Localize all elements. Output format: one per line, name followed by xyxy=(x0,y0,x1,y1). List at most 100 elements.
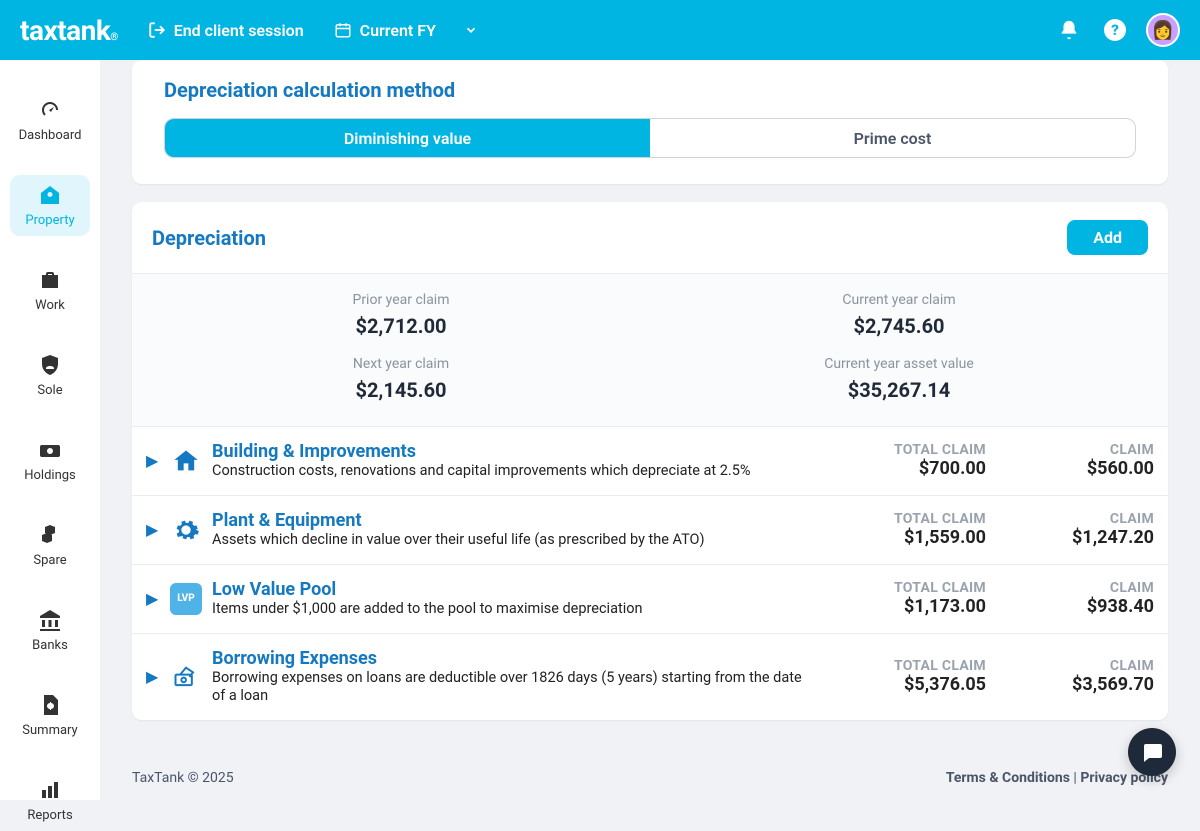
category-building: ▶ Building & Improvements Construction c… xyxy=(132,426,1168,495)
next-year-value: $2,145.60 xyxy=(152,378,650,402)
current-year-label: Current year claim xyxy=(650,292,1148,308)
sidebar: Dashboard Property Work Sole Holdings Sp… xyxy=(0,60,100,800)
total-claim-label: TOTAL CLAIM xyxy=(836,580,986,596)
sidebar-item-banks[interactable]: Banks xyxy=(10,600,90,661)
footer-sep: | xyxy=(1070,770,1080,786)
briefcase-icon xyxy=(38,268,62,292)
claim-value: $938.40 xyxy=(1004,596,1154,617)
asset-value-label: Current year asset value xyxy=(650,356,1148,372)
claim-label: CLAIM xyxy=(1004,442,1154,458)
depreciation-summary: Prior year claim $2,712.00 Current year … xyxy=(132,273,1168,426)
help-button[interactable]: ? xyxy=(1100,15,1130,45)
category-desc: Construction costs, renovations and capi… xyxy=(212,462,808,481)
document-dollar-icon xyxy=(38,693,62,717)
hex-icon xyxy=(38,523,62,547)
sidebar-item-label: Reports xyxy=(27,808,72,823)
asset-value-value: $35,267.14 xyxy=(650,378,1148,402)
sidebar-item-reports[interactable]: Reports xyxy=(10,770,90,831)
prior-year-label: Prior year claim xyxy=(152,292,650,308)
claim-label: CLAIM xyxy=(1004,658,1154,674)
shield-user-icon xyxy=(38,353,62,377)
avatar[interactable]: 👩 xyxy=(1146,13,1180,47)
bar-chart-icon xyxy=(38,778,62,802)
sidebar-item-work[interactable]: Work xyxy=(10,260,90,321)
expand-toggle[interactable]: ▶ xyxy=(146,520,162,539)
copyright: TaxTank © 2025 xyxy=(132,770,234,786)
category-title: Plant & Equipment xyxy=(212,510,808,531)
sidebar-item-property[interactable]: Property xyxy=(10,175,90,236)
claim-value: $3,569.70 xyxy=(1004,674,1154,695)
sidebar-item-spare[interactable]: Spare xyxy=(10,515,90,576)
total-claim-label: TOTAL CLAIM xyxy=(836,511,986,527)
claim-label: CLAIM xyxy=(1004,511,1154,527)
total-claim-value: $1,559.00 xyxy=(836,527,986,548)
method-prime-cost[interactable]: Prime cost xyxy=(650,119,1135,157)
add-depreciation-button[interactable]: Add xyxy=(1067,220,1148,255)
chevron-down-icon xyxy=(464,23,478,37)
category-desc: Assets which decline in value over their… xyxy=(212,531,808,550)
claim-value: $1,247.20 xyxy=(1004,527,1154,548)
sidebar-item-label: Holdings xyxy=(24,468,76,483)
house-dollar-icon xyxy=(38,183,62,207)
method-diminishing-value[interactable]: Diminishing value xyxy=(165,119,650,157)
main-content: Depreciation calculation method Diminish… xyxy=(100,60,1200,756)
total-claim-value: $700.00 xyxy=(836,458,986,479)
fiscal-year-selector[interactable]: Current FY xyxy=(334,21,486,40)
house-icon xyxy=(170,445,202,477)
depreciation-title: Depreciation xyxy=(152,226,266,250)
category-title: Building & Improvements xyxy=(212,441,808,462)
sidebar-item-label: Work xyxy=(35,298,65,313)
category-title: Low Value Pool xyxy=(212,579,808,600)
expand-toggle[interactable]: ▶ xyxy=(146,451,162,470)
cash-icon xyxy=(38,438,62,462)
sidebar-item-summary[interactable]: Summary xyxy=(10,685,90,746)
gear-icon xyxy=(170,514,202,546)
category-plant-equipment: ▶ Plant & Equipment Assets which decline… xyxy=(132,495,1168,564)
logo: taxtank® xyxy=(20,14,118,47)
sidebar-item-label: Dashboard xyxy=(19,128,82,143)
depreciation-card: Depreciation Add Prior year claim $2,712… xyxy=(132,202,1168,720)
calendar-icon xyxy=(334,21,352,39)
next-year-label: Next year claim xyxy=(152,356,650,372)
calculation-method-card: Depreciation calculation method Diminish… xyxy=(132,60,1168,184)
footer: TaxTank © 2025 Terms & Conditions | Priv… xyxy=(100,756,1200,800)
expand-toggle[interactable]: ▶ xyxy=(146,589,162,608)
category-borrowing-expenses: ▶ Borrowing Expenses Borrowing expenses … xyxy=(132,633,1168,721)
sidebar-item-dashboard[interactable]: Dashboard xyxy=(10,90,90,151)
bell-icon xyxy=(1058,19,1080,41)
method-segment: Diminishing value Prime cost xyxy=(164,118,1136,158)
exit-icon xyxy=(148,21,166,39)
sidebar-item-label: Sole xyxy=(37,383,62,398)
chat-button[interactable] xyxy=(1128,728,1176,776)
sidebar-item-label: Spare xyxy=(33,553,66,568)
end-client-session-button[interactable]: End client session xyxy=(148,21,304,40)
sidebar-item-label: Summary xyxy=(22,723,77,738)
total-claim-value: $1,173.00 xyxy=(836,596,986,617)
top-bar: taxtank® End client session Current FY ?… xyxy=(0,0,1200,60)
sidebar-item-label: Property xyxy=(25,213,74,228)
claim-label: CLAIM xyxy=(1004,580,1154,596)
category-title: Borrowing Expenses xyxy=(212,648,808,669)
sidebar-item-holdings[interactable]: Holdings xyxy=(10,430,90,491)
category-low-value-pool: ▶ LVP Low Value Pool Items under $1,000 … xyxy=(132,564,1168,633)
help-icon: ? xyxy=(1103,18,1127,42)
svg-text:?: ? xyxy=(1111,21,1119,39)
sidebar-item-sole[interactable]: Sole xyxy=(10,345,90,406)
chat-icon xyxy=(1140,740,1164,764)
total-claim-label: TOTAL CLAIM xyxy=(836,658,986,674)
terms-link[interactable]: Terms & Conditions xyxy=(946,770,1070,786)
prior-year-value: $2,712.00 xyxy=(152,314,650,338)
loan-icon xyxy=(170,661,202,693)
sidebar-item-label: Banks xyxy=(32,638,68,653)
calculation-method-title: Depreciation calculation method xyxy=(164,78,1136,102)
lvp-icon: LVP xyxy=(170,583,202,615)
total-claim-label: TOTAL CLAIM xyxy=(836,442,986,458)
total-claim-value: $5,376.05 xyxy=(836,674,986,695)
claim-value: $560.00 xyxy=(1004,458,1154,479)
category-desc: Borrowing expenses on loans are deductib… xyxy=(212,669,808,707)
bank-icon xyxy=(38,608,62,632)
current-year-value: $2,745.60 xyxy=(650,314,1148,338)
notifications-button[interactable] xyxy=(1054,15,1084,45)
expand-toggle[interactable]: ▶ xyxy=(146,667,162,686)
category-desc: Items under $1,000 are added to the pool… xyxy=(212,600,808,619)
